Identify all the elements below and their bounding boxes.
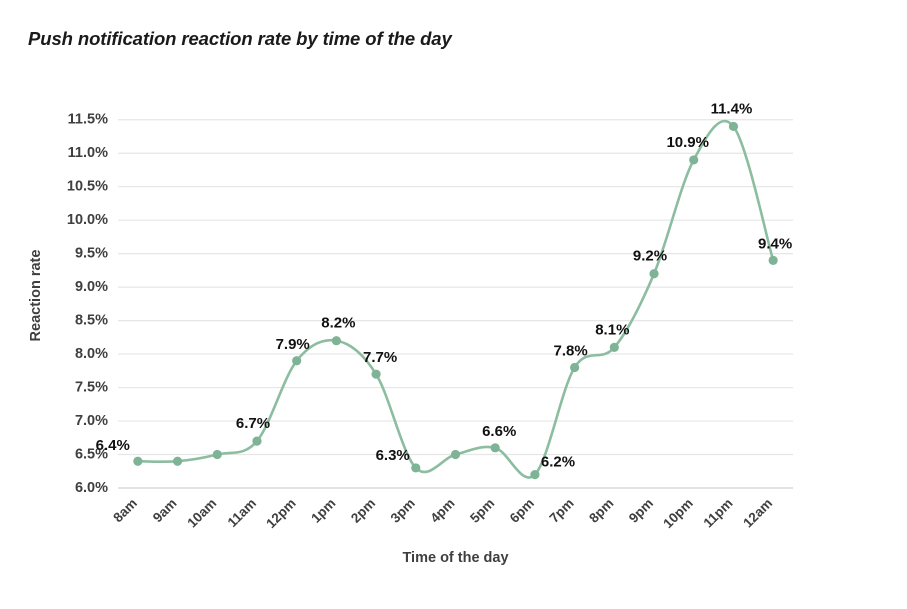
data-point-marker[interactable] (689, 155, 699, 165)
data-point-label: 6.2% (541, 454, 575, 471)
data-point-marker[interactable] (649, 269, 659, 279)
data-point-label: 8.1% (595, 321, 629, 338)
data-point-marker[interactable] (371, 369, 381, 379)
x-axis-tick-label: 10pm (660, 496, 696, 532)
data-point-marker[interactable] (609, 342, 619, 352)
data-point-marker[interactable] (570, 362, 580, 373)
data-point-marker[interactable] (450, 449, 461, 460)
x-axis-tick-label: 3pm (388, 496, 418, 526)
y-axis-tick-label: 10.0% (67, 212, 108, 228)
x-axis-tick-labels: 8am 9am 10am 11am 12pm 1pm 2pm 3pm 4pm 5pm 6pm 7pm 8… (110, 496, 775, 532)
data-point-label: 7.9% (276, 336, 310, 353)
data-point-marker[interactable] (252, 436, 262, 446)
series-line-reaction-rate (136, 119, 775, 479)
data-point-label: 10.9% (666, 134, 709, 151)
data-point-label: 7.8% (554, 342, 588, 359)
x-axis-tick-label: 9pm (626, 496, 656, 526)
x-axis-tick-label: 8am (110, 496, 140, 526)
y-axis-tick-label: 7.5% (75, 379, 108, 395)
x-axis-tick-label: 7pm (546, 496, 576, 526)
data-point-label: 6.3% (376, 447, 410, 464)
x-axis-tick-label: 4pm (427, 496, 457, 526)
y-axis-tick-label: 8.5% (75, 312, 108, 328)
x-axis-tick-label: 5pm (467, 496, 497, 526)
gridlines-group (118, 119, 793, 489)
data-point-marker[interactable] (331, 336, 341, 346)
x-axis-title: Time of the day (402, 550, 508, 566)
chart-container: Push notification reaction rate by time … (0, 0, 907, 609)
data-point-labels: 6.4% 6.7% 7.9% 8.2% 7.7% 6.3% 6.6% 6.2% 7.8% 8.1%… (96, 100, 793, 470)
data-point-marker[interactable] (768, 255, 778, 265)
y-axis-tick-label: 6.0% (75, 480, 108, 496)
x-axis-tick-label: 1pm (308, 496, 338, 526)
data-point-marker[interactable] (530, 470, 540, 480)
y-axis-tick-label: 9.0% (75, 279, 108, 295)
x-axis-tick-label: 12pm (263, 496, 299, 532)
data-point-marker[interactable] (292, 356, 302, 366)
data-point-label: 8.2% (321, 315, 355, 332)
x-axis-tick-label: 12am (740, 496, 775, 531)
x-axis-tick-label: 10am (184, 496, 219, 531)
data-point-marker[interactable] (411, 463, 421, 473)
data-point-label: 11.4% (711, 100, 753, 117)
x-axis-tick-label: 6pm (507, 496, 537, 526)
data-point-marker[interactable] (490, 443, 500, 453)
x-axis-tick-label: 9am (150, 496, 180, 526)
data-point-marker[interactable] (133, 456, 143, 466)
x-axis-tick-label: 8pm (586, 496, 616, 526)
data-point-markers (133, 121, 778, 480)
y-axis-tick-label: 11.5% (68, 112, 108, 128)
x-axis-tick-label: 2pm (348, 496, 378, 526)
data-point-label: 6.7% (236, 415, 270, 432)
data-point-marker[interactable] (212, 449, 222, 460)
data-point-label: 9.2% (633, 248, 667, 265)
y-axis-tick-label: 10.5% (67, 179, 108, 195)
data-point-label: 6.6% (482, 423, 516, 440)
y-axis-tick-label: 7.0% (75, 413, 108, 429)
y-axis-tick-label: 8.0% (75, 346, 108, 362)
x-axis-tick-label: 11pm (701, 496, 736, 531)
line-chart-plot: 6.0%6.5%7.0%7.5%8.0%8.5%9.0%9.5%10.0%10.… (28, 100, 793, 566)
data-point-marker[interactable] (172, 456, 183, 466)
data-point-label: 9.4% (758, 235, 792, 252)
data-point-label: 6.4% (96, 437, 130, 454)
y-axis-tick-label: 9.5% (75, 245, 108, 261)
y-axis-title: Reaction rate (28, 250, 44, 342)
x-axis-tick-label: 11am (225, 496, 260, 531)
data-point-marker[interactable] (728, 121, 739, 132)
y-axis-tick-label: 11.0% (68, 145, 108, 161)
data-point-label: 7.7% (363, 349, 397, 366)
